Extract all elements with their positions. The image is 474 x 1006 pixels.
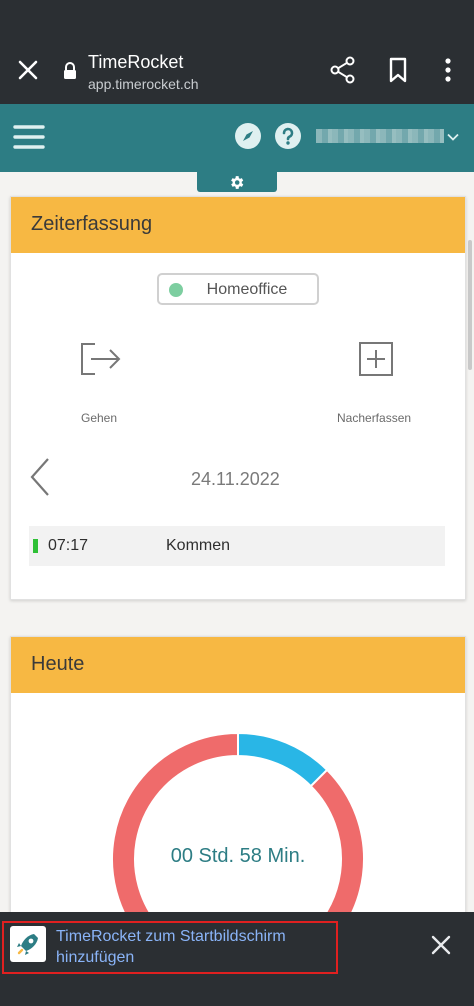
menu-icon[interactable] <box>12 120 46 154</box>
add-to-homescreen-link[interactable]: TimeRocket zum Startbildschirm hinzufüge… <box>56 926 336 968</box>
user-name-blurred[interactable] <box>316 129 444 143</box>
logout-icon[interactable] <box>79 341 123 377</box>
nacherfassen-label: Nacherfassen <box>337 411 412 425</box>
donut-segment-0 <box>237 733 329 788</box>
app-header <box>0 104 474 172</box>
bookmark-icon[interactable] <box>386 56 410 84</box>
current-date: 24.11.2022 <box>191 469 280 489</box>
add-to-homescreen-banner: TimeRocket zum Startbildschirm hinzufüge… <box>0 912 474 978</box>
settings-tab[interactable] <box>197 172 277 192</box>
browser-toolbar: TimeRocket app.timerocket.ch <box>0 36 474 104</box>
browser-url[interactable]: app.timerocket.ch <box>88 76 199 92</box>
system-nav-bar <box>0 978 474 1006</box>
card-title: Heute <box>31 653 85 675</box>
card-title: Zeiterfassung <box>31 213 153 235</box>
heute-card: Heute 00 Std. 58 Min. <box>10 636 466 985</box>
lock-icon <box>64 62 76 79</box>
gear-icon <box>231 176 244 189</box>
status-bar <box>0 0 474 36</box>
help-icon[interactable] <box>274 122 302 150</box>
rocket-icon <box>17 934 38 955</box>
chevron-down-icon[interactable] <box>446 130 460 144</box>
close-icon[interactable] <box>14 56 42 84</box>
status-label: Homeoffice <box>206 281 288 298</box>
card-header: Zeiterfassung <box>11 197 465 253</box>
status-toggle[interactable]: Homeoffice <box>157 273 319 305</box>
entry-time: 07:17 <box>48 537 89 554</box>
gehen-label: Gehen <box>81 411 118 425</box>
card-header: Heute <box>11 637 465 693</box>
time-entry-row[interactable]: 07:17 Kommen <box>29 526 445 566</box>
donut-duration: 00 Std. 58 Min. <box>170 845 306 867</box>
share-icon[interactable] <box>330 56 356 84</box>
chevron-left-icon[interactable] <box>29 457 51 497</box>
entry-marker <box>33 539 38 553</box>
more-vert-icon[interactable] <box>436 56 460 84</box>
scrollbar[interactable] <box>468 240 472 370</box>
add-square-icon[interactable] <box>358 341 394 377</box>
app-icon <box>10 926 46 962</box>
browser-page-title: TimeRocket <box>88 52 184 72</box>
compass-icon[interactable] <box>234 122 262 150</box>
entry-type: Kommen <box>166 537 231 554</box>
zeiterfassung-card: Zeiterfassung Homeoffice Gehen Nacherfas… <box>10 196 466 600</box>
close-icon[interactable] <box>430 934 452 956</box>
